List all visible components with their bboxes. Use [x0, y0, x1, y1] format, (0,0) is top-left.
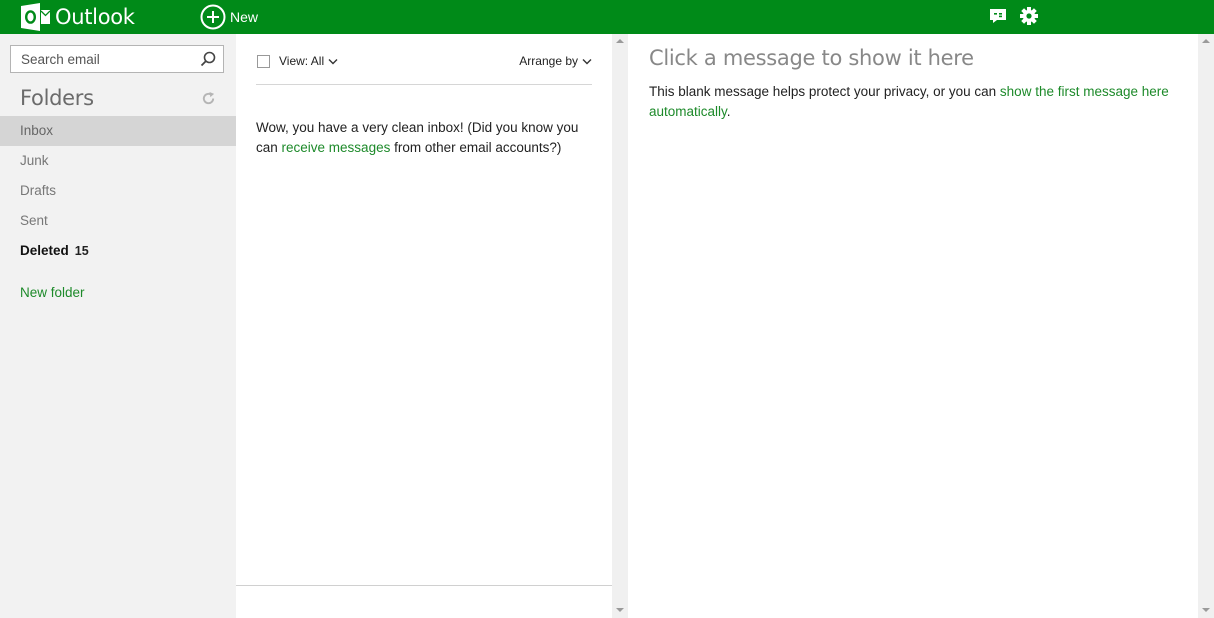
- gear-icon[interactable]: [1019, 6, 1039, 26]
- chevron-down-icon: [328, 58, 338, 64]
- reading-pane-scrollbar[interactable]: [1198, 34, 1214, 618]
- search-icon[interactable]: [200, 51, 216, 67]
- new-button-label: New: [230, 9, 259, 25]
- new-message-button[interactable]: New: [200, 2, 258, 32]
- message-list-scrollbar[interactable]: [612, 34, 628, 618]
- new-folder-link[interactable]: New folder: [20, 285, 85, 300]
- view-filter-label: View: All: [279, 54, 325, 68]
- folder-pane: Folders Inbox Junk Drafts Sent Deleted 15…: [0, 34, 236, 618]
- folder-inbox[interactable]: Inbox: [0, 116, 236, 146]
- folder-deleted[interactable]: Deleted 15: [0, 236, 236, 266]
- outlook-logo[interactable]: Outlook: [20, 2, 135, 32]
- folder-label: Junk: [20, 153, 49, 168]
- view-filter-dropdown[interactable]: View: All: [279, 54, 338, 68]
- folder-drafts[interactable]: Drafts: [0, 176, 236, 206]
- unread-count-badge: 15: [74, 244, 89, 258]
- divider: [236, 585, 612, 586]
- refresh-icon[interactable]: [201, 91, 216, 106]
- folder-junk[interactable]: Junk: [0, 146, 236, 176]
- message-list-header: View: All Arrange by: [256, 52, 592, 85]
- chat-icon[interactable]: [988, 6, 1008, 26]
- empty-inbox-text-end: from other email accounts?): [390, 140, 562, 155]
- select-all-checkbox[interactable]: [257, 55, 270, 68]
- scroll-up-arrow-icon[interactable]: [616, 39, 624, 43]
- privacy-text-end: .: [726, 104, 731, 119]
- arrange-by-label: Arrange by: [519, 54, 578, 68]
- app-name: Outlook: [55, 5, 135, 29]
- folder-label: Drafts: [20, 183, 57, 198]
- scroll-down-arrow-icon[interactable]: [616, 608, 624, 612]
- privacy-text: This blank message helps protect your pr…: [649, 84, 1000, 99]
- plus-circle-icon: [200, 4, 226, 30]
- reading-pane: Click a message to show it here This bla…: [628, 34, 1198, 618]
- folders-heading: Folders: [20, 86, 94, 110]
- chevron-down-icon: [582, 58, 592, 64]
- search-box: [10, 45, 224, 73]
- outlook-logo-icon: [21, 3, 50, 31]
- folder-sent[interactable]: Sent: [0, 206, 236, 236]
- empty-inbox-message: Wow, you have a very clean inbox! (Did y…: [256, 118, 596, 158]
- reading-pane-title: Click a message to show it here: [649, 46, 974, 70]
- folder-label: Deleted: [20, 243, 69, 258]
- top-bar: Outlook New: [0, 0, 1214, 34]
- message-list: View: All Arrange by Wow, you have a ver…: [236, 34, 612, 618]
- scroll-down-arrow-icon[interactable]: [1202, 608, 1210, 612]
- search-input[interactable]: [11, 46, 201, 72]
- folder-list: Inbox Junk Drafts Sent Deleted 15: [0, 116, 236, 266]
- reading-pane-body: This blank message helps protect your pr…: [649, 82, 1189, 122]
- folder-label: Inbox: [20, 123, 54, 138]
- arrange-by-dropdown[interactable]: Arrange by: [519, 54, 592, 68]
- scroll-up-arrow-icon[interactable]: [1202, 39, 1210, 43]
- receive-messages-link[interactable]: receive messages: [282, 140, 391, 155]
- folder-label: Sent: [20, 213, 48, 228]
